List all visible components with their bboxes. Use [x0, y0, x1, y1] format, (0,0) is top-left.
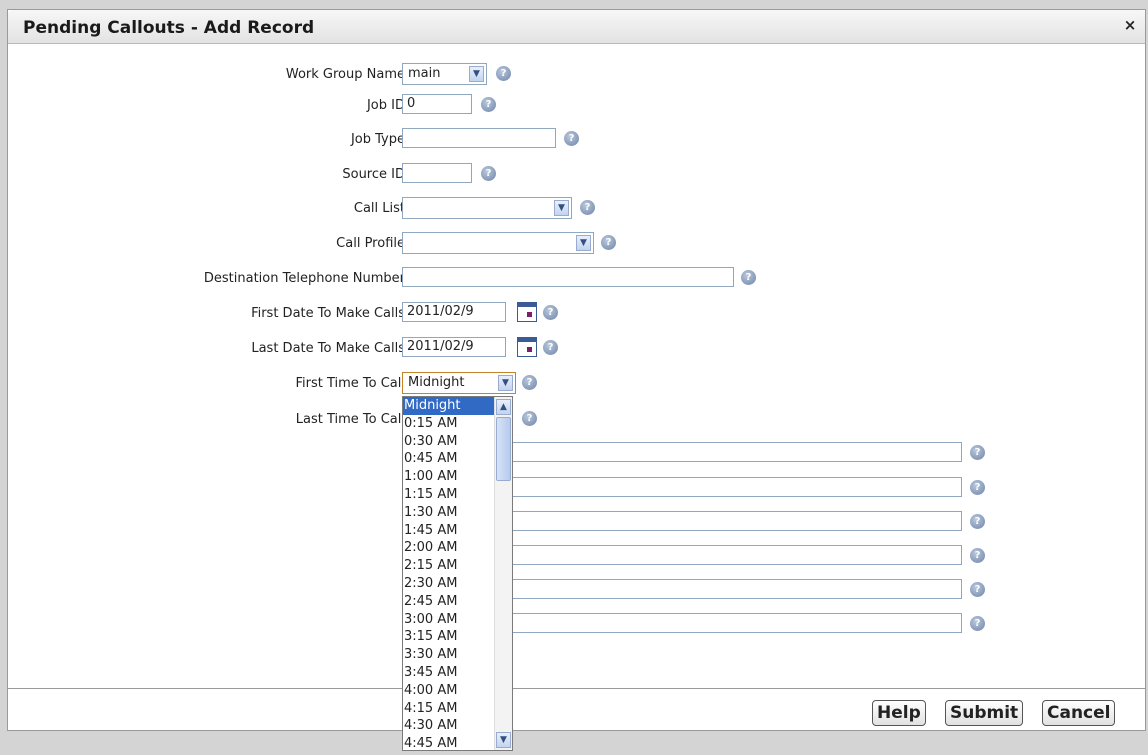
help-icon[interactable]: ? [543, 340, 558, 355]
row-last-time: Last Time To Call ? [8, 408, 1108, 432]
work-group-name-select[interactable]: main ▼ [402, 63, 487, 85]
row-extra-3: ? [8, 511, 1108, 535]
job-id-input[interactable]: 0 [402, 94, 472, 114]
last-date-input[interactable]: 2011/02/9 [402, 337, 506, 357]
work-group-name-value: main [408, 66, 441, 81]
chevron-down-icon[interactable]: ▼ [498, 375, 513, 391]
first-date-input[interactable]: 2011/02/9 [402, 302, 506, 322]
chevron-down-icon[interactable]: ▼ [469, 66, 484, 82]
last-time-label: Last Time To Call [295, 412, 405, 427]
chevron-down-icon[interactable]: ▼ [496, 732, 511, 748]
submit-button[interactable]: Submit [945, 700, 1024, 726]
first-time-dropdown-list[interactable]: Midnight 0:15 AM 0:30 AM 0:45 AM 1:00 AM 1:15… [402, 396, 513, 751]
job-type-label: Job Type [350, 132, 405, 147]
dialog-title: Pending Callouts - Add Record [23, 18, 315, 38]
row-source-id: Source ID ? [8, 163, 1108, 187]
row-destination-phone: Destination Telephone Number ? [8, 267, 1108, 291]
extra-input-6[interactable] [508, 613, 962, 633]
add-record-dialog: Pending Callouts - Add Record × Work Gro… [7, 9, 1146, 731]
row-first-time: First Time To Call Midnight ▼ ? [8, 372, 1108, 396]
help-icon[interactable]: ? [496, 66, 511, 81]
help-icon[interactable]: ? [970, 445, 985, 460]
chevron-up-icon[interactable]: ▲ [496, 399, 511, 415]
close-icon[interactable]: × [1121, 16, 1139, 34]
job-id-label: Job ID [366, 98, 405, 113]
extra-input-5[interactable] [508, 579, 962, 599]
help-icon[interactable]: ? [970, 514, 985, 529]
first-time-select[interactable]: Midnight ▼ [402, 372, 516, 394]
extra-input-1[interactable] [508, 442, 962, 462]
extra-input-4[interactable] [508, 545, 962, 565]
calendar-icon[interactable] [517, 302, 537, 322]
row-extra-2: ? [8, 477, 1108, 501]
help-icon[interactable]: ? [481, 97, 496, 112]
last-date-label: Last Date To Make Calls [251, 341, 405, 356]
job-type-input[interactable] [402, 128, 556, 148]
help-icon[interactable]: ? [522, 411, 537, 426]
row-extra-6: ? [8, 613, 1108, 637]
call-profile-label: Call Profile [336, 236, 405, 251]
destination-phone-label: Destination Telephone Number [203, 271, 405, 286]
chevron-down-icon[interactable]: ▼ [576, 235, 591, 251]
footer-divider [8, 688, 1145, 689]
help-icon[interactable]: ? [522, 375, 537, 390]
source-id-input[interactable] [402, 163, 472, 183]
call-list-select[interactable]: ▼ [402, 197, 572, 219]
calendar-icon[interactable] [517, 337, 537, 357]
first-time-label: First Time To Call [295, 376, 405, 391]
dialog-titlebar: Pending Callouts - Add Record × [8, 10, 1145, 44]
help-icon[interactable]: ? [970, 616, 985, 631]
help-icon[interactable]: ? [970, 582, 985, 597]
scrollbar-thumb[interactable] [496, 417, 511, 481]
work-group-name-label: Work Group Name [285, 67, 405, 82]
first-time-value: Midnight [408, 375, 465, 390]
row-first-date: First Date To Make Calls 2011/02/9 ? [8, 302, 1108, 326]
dropdown-scrollbar[interactable]: ▲ ▼ [494, 397, 512, 750]
row-last-date: Last Date To Make Calls 2011/02/9 ? [8, 337, 1108, 361]
help-icon[interactable]: ? [970, 548, 985, 563]
help-icon[interactable]: ? [970, 480, 985, 495]
row-call-profile: Call Profile ▼ ? [8, 232, 1108, 256]
row-job-id: Job ID 0 ? [8, 94, 1108, 118]
row-call-list: Call List ▼ ? [8, 197, 1108, 221]
help-icon[interactable]: ? [481, 166, 496, 181]
extra-input-3[interactable] [508, 511, 962, 531]
destination-phone-input[interactable] [402, 267, 734, 287]
call-profile-select[interactable]: ▼ [402, 232, 594, 254]
call-list-label: Call List [353, 201, 405, 216]
help-icon[interactable]: ? [543, 305, 558, 320]
help-button[interactable]: Help [872, 700, 926, 726]
row-job-type: Job Type ? [8, 128, 1108, 152]
first-date-label: First Date To Make Calls [251, 306, 405, 321]
help-icon[interactable]: ? [601, 235, 616, 250]
source-id-label: Source ID [342, 167, 405, 182]
extra-input-2[interactable] [508, 477, 962, 497]
help-icon[interactable]: ? [741, 270, 756, 285]
row-work-group-name: Work Group Name main ▼ ? [8, 63, 1108, 87]
row-extra-5: ? [8, 579, 1108, 603]
row-extra-1: ? [8, 442, 1108, 466]
chevron-down-icon[interactable]: ▼ [554, 200, 569, 216]
row-extra-4: ? [8, 545, 1108, 569]
cancel-button[interactable]: Cancel [1042, 700, 1116, 726]
help-icon[interactable]: ? [580, 200, 595, 215]
help-icon[interactable]: ? [564, 131, 579, 146]
